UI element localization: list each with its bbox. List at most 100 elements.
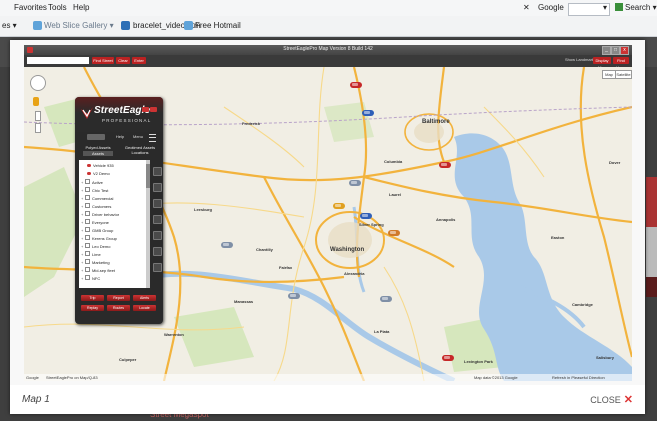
tree-item-vehicle[interactable]: V2 Demo xyxy=(87,171,110,177)
hamburger-menu-icon[interactable] xyxy=(149,134,156,142)
map-pan-control[interactable] xyxy=(30,75,46,91)
filter-icon[interactable] xyxy=(153,215,162,224)
favorites-overflow[interactable]: es ▾ xyxy=(2,21,17,30)
expand-icon[interactable]: + xyxy=(81,244,84,250)
checkbox[interactable] xyxy=(85,187,90,192)
vehicle-marker[interactable] xyxy=(380,296,392,302)
menu-help[interactable]: Help xyxy=(73,3,89,12)
routes-button[interactable]: Routes xyxy=(107,305,130,311)
replay-button[interactable]: Replay xyxy=(81,305,104,311)
expand-icon[interactable]: + xyxy=(81,236,84,242)
enter-button[interactable]: Enter xyxy=(132,57,146,64)
alerts-button[interactable]: Alerts xyxy=(133,295,156,301)
search-button[interactable]: Search ▾ xyxy=(615,3,657,12)
expand-icon[interactable]: + xyxy=(81,180,84,186)
refresh-icon[interactable] xyxy=(153,183,162,192)
checkbox[interactable] xyxy=(85,227,90,232)
zoom-in-button[interactable] xyxy=(35,111,41,121)
settings-icon[interactable] xyxy=(153,199,162,208)
fav-free-hotmail[interactable]: Free Hotmail xyxy=(195,21,241,30)
tree-item-group[interactable]: + Customers xyxy=(81,203,111,209)
expand-icon[interactable]: + xyxy=(81,220,84,226)
expand-icon[interactable]: + xyxy=(81,268,84,274)
fav-web-slice-gallery[interactable]: Web Slice Gallery ▾ xyxy=(44,21,114,30)
vehicle-marker[interactable] xyxy=(349,180,361,186)
vehicle-marker[interactable] xyxy=(388,230,400,236)
tree-item-vehicle[interactable]: Vehicle 935 xyxy=(87,163,114,169)
tree-scrollbar[interactable] xyxy=(146,160,150,288)
find-hmm-button[interactable]: Find Hmm xyxy=(613,57,629,70)
tree-item-group[interactable]: + Lime xyxy=(81,251,101,257)
display-map-button[interactable]: Display Map xyxy=(593,57,611,70)
lightbox-close-button[interactable]: CLOSE ✕ xyxy=(590,393,633,406)
tree-item-group[interactable]: + Leo Demo xyxy=(81,243,110,249)
tree-item-group[interactable]: + Mid-sep fleet xyxy=(81,267,115,273)
menu-tools[interactable]: Tools xyxy=(48,3,67,12)
trip-button[interactable]: Trip xyxy=(81,295,104,301)
tab-menu[interactable]: Menu xyxy=(131,134,145,140)
tree-item-group[interactable]: + Driver behavior xyxy=(81,211,119,217)
vehicle-marker[interactable] xyxy=(221,242,233,248)
address-field[interactable] xyxy=(27,57,89,64)
map-type-satellite-button[interactable]: Satellite xyxy=(615,70,632,79)
zoom-out-button[interactable] xyxy=(35,123,41,133)
panel-minimize-button[interactable] xyxy=(142,107,149,112)
expand-icon[interactable]: + xyxy=(81,276,84,282)
print-icon[interactable] xyxy=(153,263,162,272)
tab-main[interactable] xyxy=(87,134,105,140)
vehicle-marker[interactable] xyxy=(333,203,345,209)
vehicle-marker[interactable] xyxy=(288,293,300,299)
checkbox[interactable] xyxy=(85,203,90,208)
locate-icon[interactable] xyxy=(153,167,162,176)
checkbox[interactable] xyxy=(85,243,90,248)
map-view[interactable]: Baltimore Columbia Washington Annapolis … xyxy=(24,67,632,381)
tree-item-group[interactable]: + Kerens Group xyxy=(81,235,117,241)
checkbox[interactable] xyxy=(85,179,90,184)
checkbox[interactable] xyxy=(85,211,90,216)
expand-icon[interactable]: + xyxy=(81,212,84,218)
vehicle-marker[interactable] xyxy=(350,82,362,88)
show-landmarks-label[interactable]: Show Landmarks xyxy=(565,57,596,62)
checkbox[interactable] xyxy=(85,251,90,256)
tree-item-group[interactable]: + Active xyxy=(81,179,103,185)
tree-item-group[interactable]: + Chic Test xyxy=(81,187,108,193)
maximize-button[interactable]: □ xyxy=(611,46,620,55)
minimize-button[interactable]: _ xyxy=(602,46,611,55)
window-close-button[interactable]: x xyxy=(620,46,629,55)
vehicle-marker[interactable] xyxy=(362,110,374,116)
tab-help[interactable]: Help xyxy=(113,134,127,140)
expand-icon[interactable]: + xyxy=(81,196,84,202)
menu-favorites[interactable]: Favorites xyxy=(14,3,47,12)
checkbox[interactable] xyxy=(85,235,90,240)
tree-item-group[interactable]: + NFC xyxy=(81,275,100,281)
map-type-map-button[interactable]: Map xyxy=(602,70,616,79)
checkbox[interactable] xyxy=(85,259,90,264)
expand-icon[interactable]: + xyxy=(81,252,84,258)
vehicle-marker[interactable] xyxy=(439,162,451,168)
tree-item-group[interactable]: + Marketing xyxy=(81,259,110,265)
expand-icon[interactable]: + xyxy=(81,228,84,234)
report-button[interactable]: Report xyxy=(107,295,130,301)
expand-icon[interactable]: + xyxy=(81,260,84,266)
export-icon[interactable] xyxy=(153,247,162,256)
vehicle-marker[interactable] xyxy=(442,355,454,361)
asset-tree[interactable]: Vehicle 935 V2 Demo + Active + Chic Test +… xyxy=(79,160,149,288)
find-street-button[interactable]: Find Street xyxy=(92,57,114,64)
checkbox[interactable] xyxy=(85,219,90,224)
expand-icon[interactable]: + xyxy=(81,188,84,194)
clear-button[interactable]: Clear xyxy=(116,57,130,64)
panel-close-button[interactable] xyxy=(150,107,157,112)
expand-icon[interactable]: + xyxy=(81,204,84,210)
subtab-geotimed-assets[interactable]: Geotimed Assets Locations xyxy=(121,145,159,155)
tree-item-group[interactable]: + Commercial xyxy=(81,195,113,201)
street-view-pegman-icon[interactable] xyxy=(33,97,39,106)
search-dropdown-icon[interactable]: ▾ xyxy=(603,3,607,12)
locate-button[interactable]: Locate xyxy=(133,305,156,311)
checkbox[interactable] xyxy=(85,275,90,280)
tree-item-group[interactable]: + GMB Group xyxy=(81,227,113,233)
checkbox[interactable] xyxy=(85,195,90,200)
edit-icon[interactable] xyxy=(153,231,162,240)
checkbox[interactable] xyxy=(85,267,90,272)
search-close-icon[interactable]: ✕ xyxy=(523,3,530,12)
subtab-polyed-assets[interactable]: Polyed Assets Assets xyxy=(79,145,117,156)
